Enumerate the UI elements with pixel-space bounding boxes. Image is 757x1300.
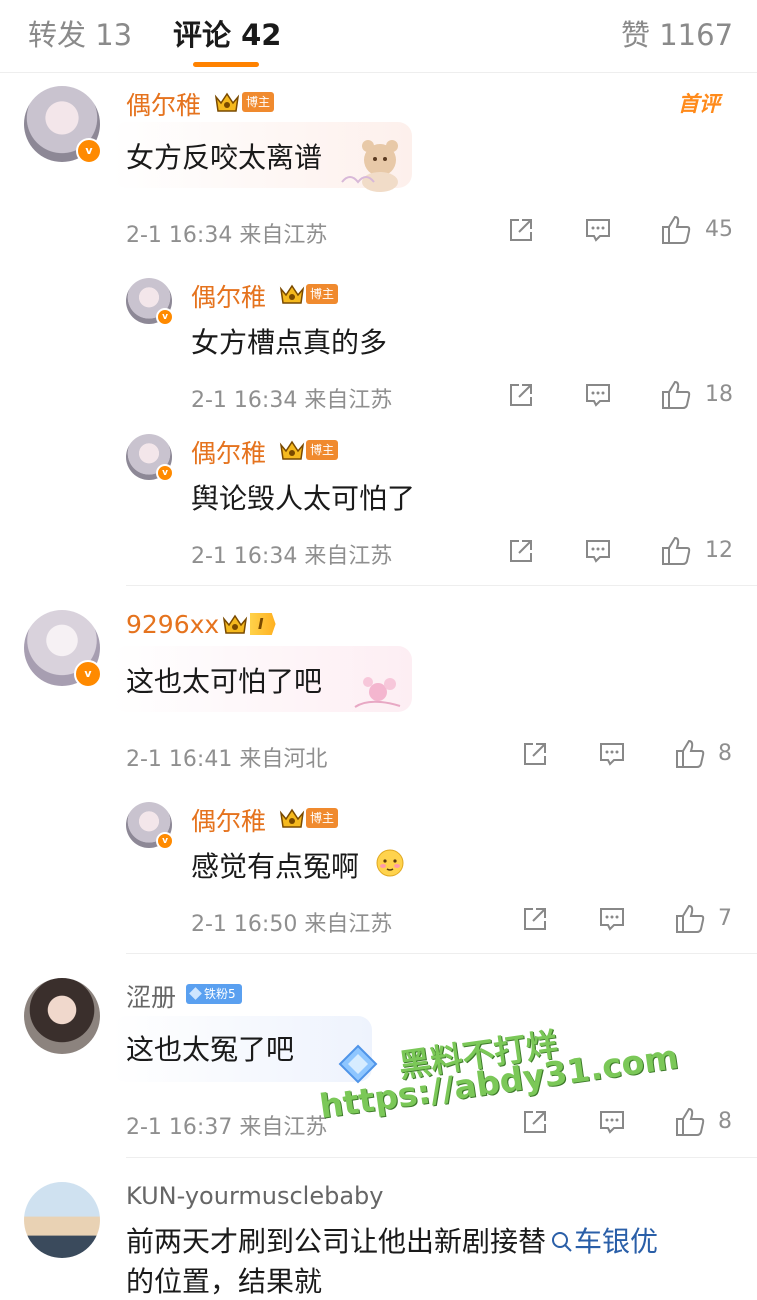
avatar[interactable]: v — [24, 610, 102, 688]
blogger-badge: 博主 — [306, 808, 339, 828]
blogger-badge: 博主 — [306, 440, 339, 460]
avatar[interactable] — [24, 1182, 100, 1258]
comment-text: 前两天才刷到公司让他出新剧接替 — [126, 1225, 547, 1258]
like-icon[interactable] — [660, 379, 692, 411]
reply-username[interactable]: 偶尔稚 — [191, 802, 266, 838]
like-count: 18 — [705, 382, 733, 407]
comment-text: 这也太冤了吧 — [126, 1033, 295, 1066]
like-count: 8 — [718, 1109, 732, 1134]
share-icon[interactable] — [521, 905, 549, 933]
avatar[interactable]: v — [126, 278, 174, 326]
reply-username[interactable]: 偶尔稚 — [191, 278, 266, 314]
tab-comments[interactable]: 评论 42 — [173, 12, 281, 54]
avatar[interactable]: v — [126, 802, 174, 850]
like-count: 8 — [718, 741, 732, 766]
like-icon[interactable] — [674, 1106, 706, 1138]
like-count: 12 — [705, 538, 733, 563]
comment-username[interactable]: 9296xx — [126, 610, 219, 639]
share-icon[interactable] — [521, 740, 549, 768]
tab-divider — [0, 72, 757, 73]
like-icon[interactable] — [674, 738, 706, 770]
comment-meta: 2-1 16:41 来自河北 — [126, 747, 328, 772]
first-comment-badge: 首评 — [678, 92, 720, 116]
crown-icon — [279, 440, 305, 460]
comment-text-line-1: 前两天才刷到公司让他出新剧接替 车银优 — [126, 1220, 658, 1260]
level-badge: I — [250, 613, 276, 635]
comment-divider — [126, 585, 757, 586]
like-count: 7 — [718, 906, 732, 931]
share-icon[interactable] — [507, 216, 535, 244]
reply-text: 舆论毁人太可怕了 — [191, 482, 416, 515]
verified-icon: v — [156, 464, 174, 482]
comment-username[interactable]: 涩册 — [126, 978, 176, 1014]
crown-icon — [214, 92, 240, 112]
verified-icon: v — [74, 660, 102, 688]
avatar[interactable]: v — [126, 434, 174, 482]
tab-likes[interactable]: 赞 1167 — [621, 12, 733, 54]
crown-icon — [279, 284, 305, 304]
reply-text: 感觉有点冤啊 — [191, 850, 360, 883]
bear-sticker-icon — [341, 140, 398, 192]
fan-badge: 铁粉5 — [186, 984, 242, 1004]
crown-icon — [222, 614, 248, 634]
blogger-badge: 博主 — [242, 92, 275, 112]
share-icon[interactable] — [507, 381, 535, 409]
comment-text-line-2: 的位置，结果就 — [126, 1265, 323, 1298]
comment-divider — [126, 1157, 757, 1158]
blogger-badge: 博主 — [306, 284, 339, 304]
avatar-image — [24, 978, 100, 1054]
reply-username[interactable]: 偶尔稚 — [191, 434, 266, 470]
like-count: 45 — [705, 217, 733, 242]
verified-icon: v — [156, 832, 174, 850]
reply-text: 女方槽点真的多 — [191, 326, 388, 359]
comment-divider — [126, 953, 757, 954]
comment-text: 女方反咬太离谱 — [126, 141, 323, 174]
avatar[interactable] — [24, 978, 100, 1054]
reply-meta: 2-1 16:50 来自江苏 — [191, 912, 393, 937]
comment-meta: 2-1 16:37 来自江苏 — [126, 1115, 328, 1140]
verified-icon: v — [76, 138, 102, 164]
search-link[interactable]: 车银优 — [546, 1225, 658, 1258]
tab-repost[interactable]: 转发 13 — [28, 12, 132, 54]
comment-icon[interactable] — [598, 905, 626, 933]
comment-username[interactable]: KUN-yourmusclebaby — [126, 1182, 384, 1210]
search-icon — [552, 1232, 572, 1252]
verified-icon: v — [156, 308, 174, 326]
comment-username[interactable]: 偶尔稚 — [126, 86, 201, 122]
like-icon[interactable] — [660, 214, 692, 246]
comment-text: 这也太可怕了吧 — [126, 665, 323, 698]
reply-meta: 2-1 16:34 来自江苏 — [191, 388, 393, 413]
like-icon[interactable] — [660, 535, 692, 567]
share-icon[interactable] — [521, 1108, 549, 1136]
active-tab-indicator — [193, 62, 259, 67]
share-icon[interactable] — [507, 537, 535, 565]
comment-meta: 2-1 16:34 来自江苏 — [126, 223, 328, 248]
comment-icon[interactable] — [584, 216, 612, 244]
comment-icon[interactable] — [584, 381, 612, 409]
like-icon[interactable] — [674, 903, 706, 935]
search-term[interactable]: 车银优 — [574, 1225, 658, 1258]
avatar[interactable]: v — [24, 86, 102, 164]
avatar-image — [24, 1182, 100, 1258]
crown-icon — [279, 808, 305, 828]
comment-icon[interactable] — [584, 537, 612, 565]
reply-meta: 2-1 16:34 来自江苏 — [191, 544, 393, 569]
comment-icon[interactable] — [598, 1108, 626, 1136]
flower-sticker-icon — [354, 677, 401, 708]
comment-icon[interactable] — [598, 740, 626, 768]
shy-emoji-icon — [376, 849, 404, 877]
